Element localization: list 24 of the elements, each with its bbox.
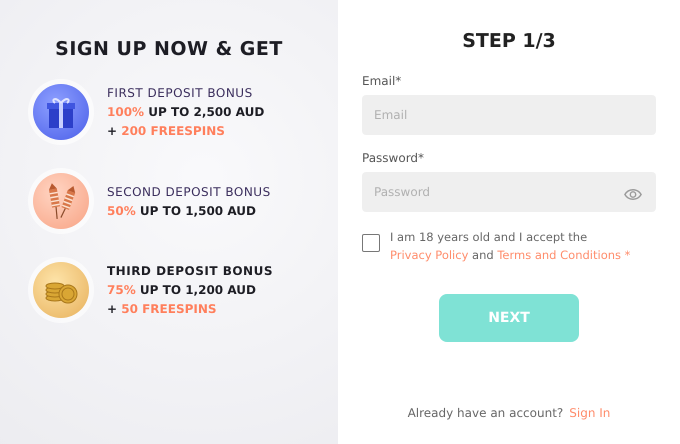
bonus-title: THIRD DEPOSIT BONUS: [107, 264, 273, 278]
signin-prompt: Already have an account?: [408, 406, 564, 420]
consent-text: I am 18 years old and I accept the Privacy Policy and Terms and Conditions *: [390, 229, 632, 264]
password-field[interactable]: Password: [362, 172, 656, 212]
bonus-title: FIRST DEPOSIT BONUS: [107, 86, 254, 100]
bonus-amount: 50% UP TO 1,500 AUD: [107, 204, 257, 218]
rocket-icon: [33, 173, 89, 229]
consent-checkbox[interactable]: [362, 234, 380, 252]
field-label: Password*: [362, 151, 426, 165]
promo-heading: SIGN UP NOW & GET: [54, 38, 284, 60]
sign-in-link[interactable]: Sign In: [569, 406, 610, 420]
bonus-title: SECOND DEPOSIT BONUS: [107, 184, 271, 198]
bonus-amount: 75% UP TO 1,200 AUD: [107, 283, 257, 297]
gift-icon: [33, 84, 89, 140]
terms-link[interactable]: Terms and Conditions: [497, 248, 622, 262]
bonus-freespins: + 50 FREESPINS: [107, 302, 218, 316]
field-label: Email*: [362, 74, 402, 88]
next-button[interactable]: NEXT: [439, 294, 579, 342]
privacy-policy-link[interactable]: Privacy Policy: [390, 248, 468, 262]
email-field[interactable]: Email: [362, 95, 656, 135]
bonus-amount: 100% UP TO 2,500 AUD: [107, 105, 264, 119]
step-title: STEP 1/3: [461, 30, 557, 52]
coins-icon: [33, 262, 89, 318]
bonus-freespins: + 200 FREESPINS: [107, 124, 226, 138]
